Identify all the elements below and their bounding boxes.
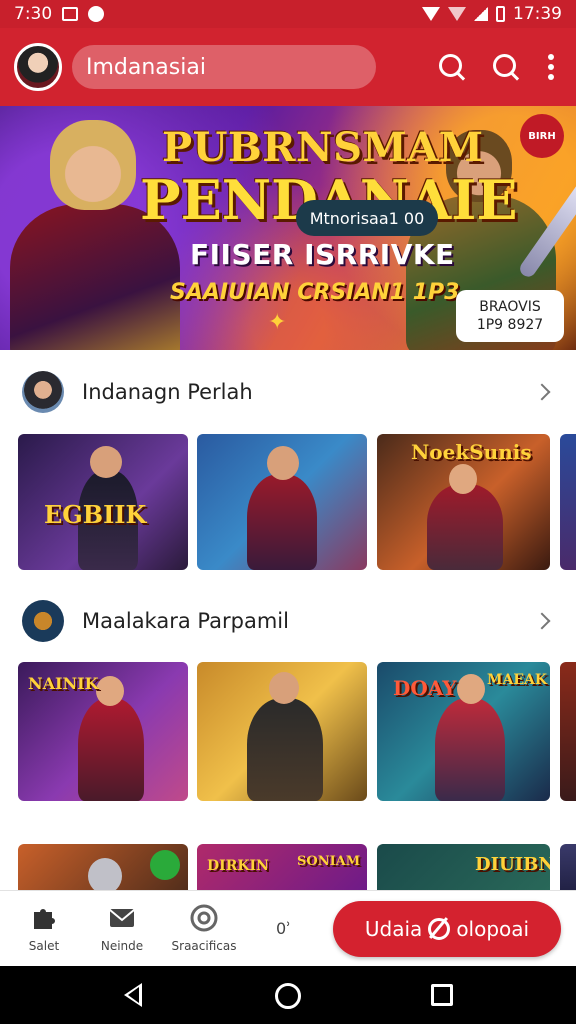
section-header-2[interactable]: Maalakara Parpamil [0, 591, 576, 651]
status-bar: 7:30 17:39 [0, 0, 576, 28]
profile-avatar[interactable] [14, 43, 62, 91]
game-card[interactable]: DIUIBN [377, 844, 550, 890]
search-icon[interactable] [438, 53, 466, 81]
game-card-label-secondary: MAEAK [487, 672, 548, 688]
puzzle-icon [34, 909, 55, 929]
app-title: Imdanasiai [86, 54, 206, 80]
game-card[interactable] [560, 844, 576, 890]
target-icon [190, 904, 218, 932]
game-row-2: NAINIK DOAY MAEAK [0, 662, 576, 801]
nav-label-sraacificas: Sraacificas [171, 939, 237, 953]
game-card[interactable]: EGBIIK [18, 434, 188, 570]
nav-label-neinde: Neinde [100, 939, 144, 953]
link-icon [428, 918, 451, 940]
recent-apps-icon[interactable] [431, 984, 453, 1006]
banner-badge-text: BIRH [528, 130, 556, 142]
status-time-left: 7:30 [14, 4, 53, 24]
chevron-right-icon[interactable] [533, 383, 551, 401]
cta-label-left: Udaia [364, 917, 423, 941]
game-card[interactable]: DIRKIN SONIAM [197, 844, 367, 890]
game-card[interactable]: NoekSunis [377, 434, 550, 570]
nav-extra-text: 0ʾ [276, 919, 292, 938]
chevron-right-icon[interactable] [533, 612, 551, 630]
signal-icon [448, 7, 466, 21]
game-card[interactable] [197, 662, 367, 801]
bottom-navigation: Salet Neinde Sraacificas 0ʾ Udaia olopoa… [0, 890, 576, 966]
nav-item-neinde[interactable]: Neinde [84, 903, 160, 953]
game-row-1: EGBIIK NoekSunis [0, 434, 576, 570]
banner-badge: BIRH [520, 114, 564, 158]
game-card-label: DIRKIN [207, 858, 269, 874]
game-card[interactable]: DOAY MAEAK [377, 662, 550, 801]
wifi-icon [422, 7, 440, 21]
app-notification-icon [88, 6, 105, 22]
game-card-label: DOAY [393, 676, 457, 700]
nav-item-sraacificas[interactable]: Sraacificas [166, 903, 242, 953]
sparkle-icon: ✦ [268, 310, 287, 335]
game-card[interactable] [560, 434, 576, 570]
game-row-3: DIRKIN SONIAM DIUIBN [0, 844, 576, 890]
more-options-icon[interactable] [546, 54, 556, 80]
game-card[interactable] [18, 844, 188, 890]
banner-tagline: SAAIUIAN CRSIAN1 1P3 [170, 280, 460, 305]
section-1-avatar [22, 371, 64, 413]
banner-title-line1: PUBRNSMAM [162, 124, 484, 171]
section-2-avatar [22, 600, 64, 642]
notification-icon [62, 7, 79, 21]
app-bar: Imdanasiai [0, 28, 576, 106]
game-card-label-secondary: SONIAM [297, 854, 361, 869]
section-header-1[interactable]: Indanagn Perlah [0, 362, 576, 422]
battery-icon [496, 6, 505, 22]
banner-card-line1: BRAOVIS [479, 299, 541, 315]
app-screen: 7:30 17:39 Imdanasiai PUBRNSMAM FIISER I… [0, 0, 576, 1024]
search-icon-secondary[interactable] [492, 53, 520, 81]
home-icon[interactable] [275, 983, 301, 1009]
banner-pill-text: Mtnorisaa1 00 [309, 208, 425, 228]
game-card[interactable] [197, 434, 367, 570]
status-time-right: 17:39 [513, 4, 562, 24]
app-title-field[interactable]: Imdanasiai [72, 45, 376, 89]
nav-label-salet: Salet [28, 939, 60, 953]
banner-pill[interactable]: Mtnorisaa1 00 [296, 200, 438, 236]
system-navigation-bar [0, 966, 576, 1024]
game-card[interactable] [560, 662, 576, 801]
game-card-label: EGBIIK [44, 500, 147, 529]
section-2-title: Maalakara Parpamil [82, 609, 289, 633]
promo-banner[interactable]: PUBRNSMAM PENDANAIE FIISER ISRRIVKE SAAI… [0, 106, 576, 350]
banner-subtitle: FIISER ISRRIVKE [190, 238, 455, 271]
game-card-label: DIUIBN [475, 854, 550, 875]
primary-cta-button[interactable]: Udaia olopoai [333, 901, 561, 957]
cellular-icon [474, 7, 488, 21]
banner-info-card[interactable]: BRAOVIS 1P9 8927 [456, 290, 564, 342]
back-icon[interactable] [124, 983, 142, 1007]
nav-item-salet[interactable]: Salet [6, 903, 82, 953]
game-card[interactable]: NAINIK [18, 662, 188, 801]
game-card-label: NoekSunis [411, 440, 532, 464]
mail-icon [109, 909, 135, 927]
game-card-label: NAINIK [28, 674, 99, 693]
cta-label-right: olopoai [456, 917, 530, 941]
section-1-title: Indanagn Perlah [82, 380, 253, 404]
banner-card-line2: 1P9 8927 [476, 317, 544, 333]
